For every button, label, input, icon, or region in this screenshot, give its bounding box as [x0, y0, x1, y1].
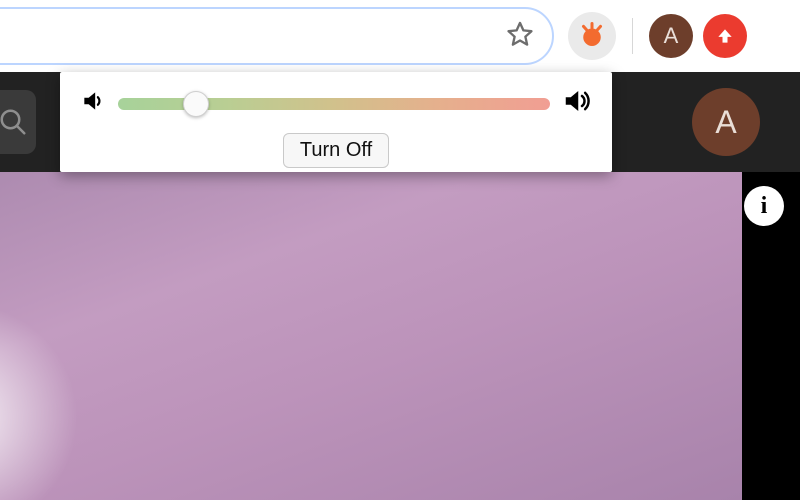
page-account-avatar[interactable]: A	[692, 88, 760, 156]
arrow-up-icon	[715, 26, 735, 46]
profile-avatar[interactable]: A	[649, 14, 693, 58]
video-player[interactable]	[0, 172, 742, 500]
address-bar[interactable]	[0, 7, 554, 65]
extension-popup: Turn Off	[60, 72, 612, 172]
update-button[interactable]	[703, 14, 747, 58]
info-icon: i	[761, 193, 768, 220]
extension-button[interactable]	[568, 12, 616, 60]
info-button[interactable]: i	[744, 186, 784, 226]
volume-low-icon	[80, 88, 106, 119]
volume-high-icon	[562, 86, 592, 121]
page-search-button[interactable]	[0, 90, 36, 154]
volume-slider-row	[80, 86, 592, 121]
extensions-area: A	[568, 12, 747, 60]
bookmark-star-icon[interactable]	[506, 20, 534, 53]
page-account-avatar-letter: A	[715, 104, 736, 141]
content-area	[0, 172, 800, 500]
volume-slider-thumb[interactable]	[183, 91, 209, 117]
search-icon	[0, 107, 28, 137]
turn-off-button[interactable]: Turn Off	[283, 133, 389, 168]
toolbar-divider	[632, 18, 633, 54]
profile-avatar-letter: A	[664, 23, 679, 49]
volume-slider[interactable]	[118, 98, 550, 110]
browser-toolbar: A	[0, 0, 800, 72]
